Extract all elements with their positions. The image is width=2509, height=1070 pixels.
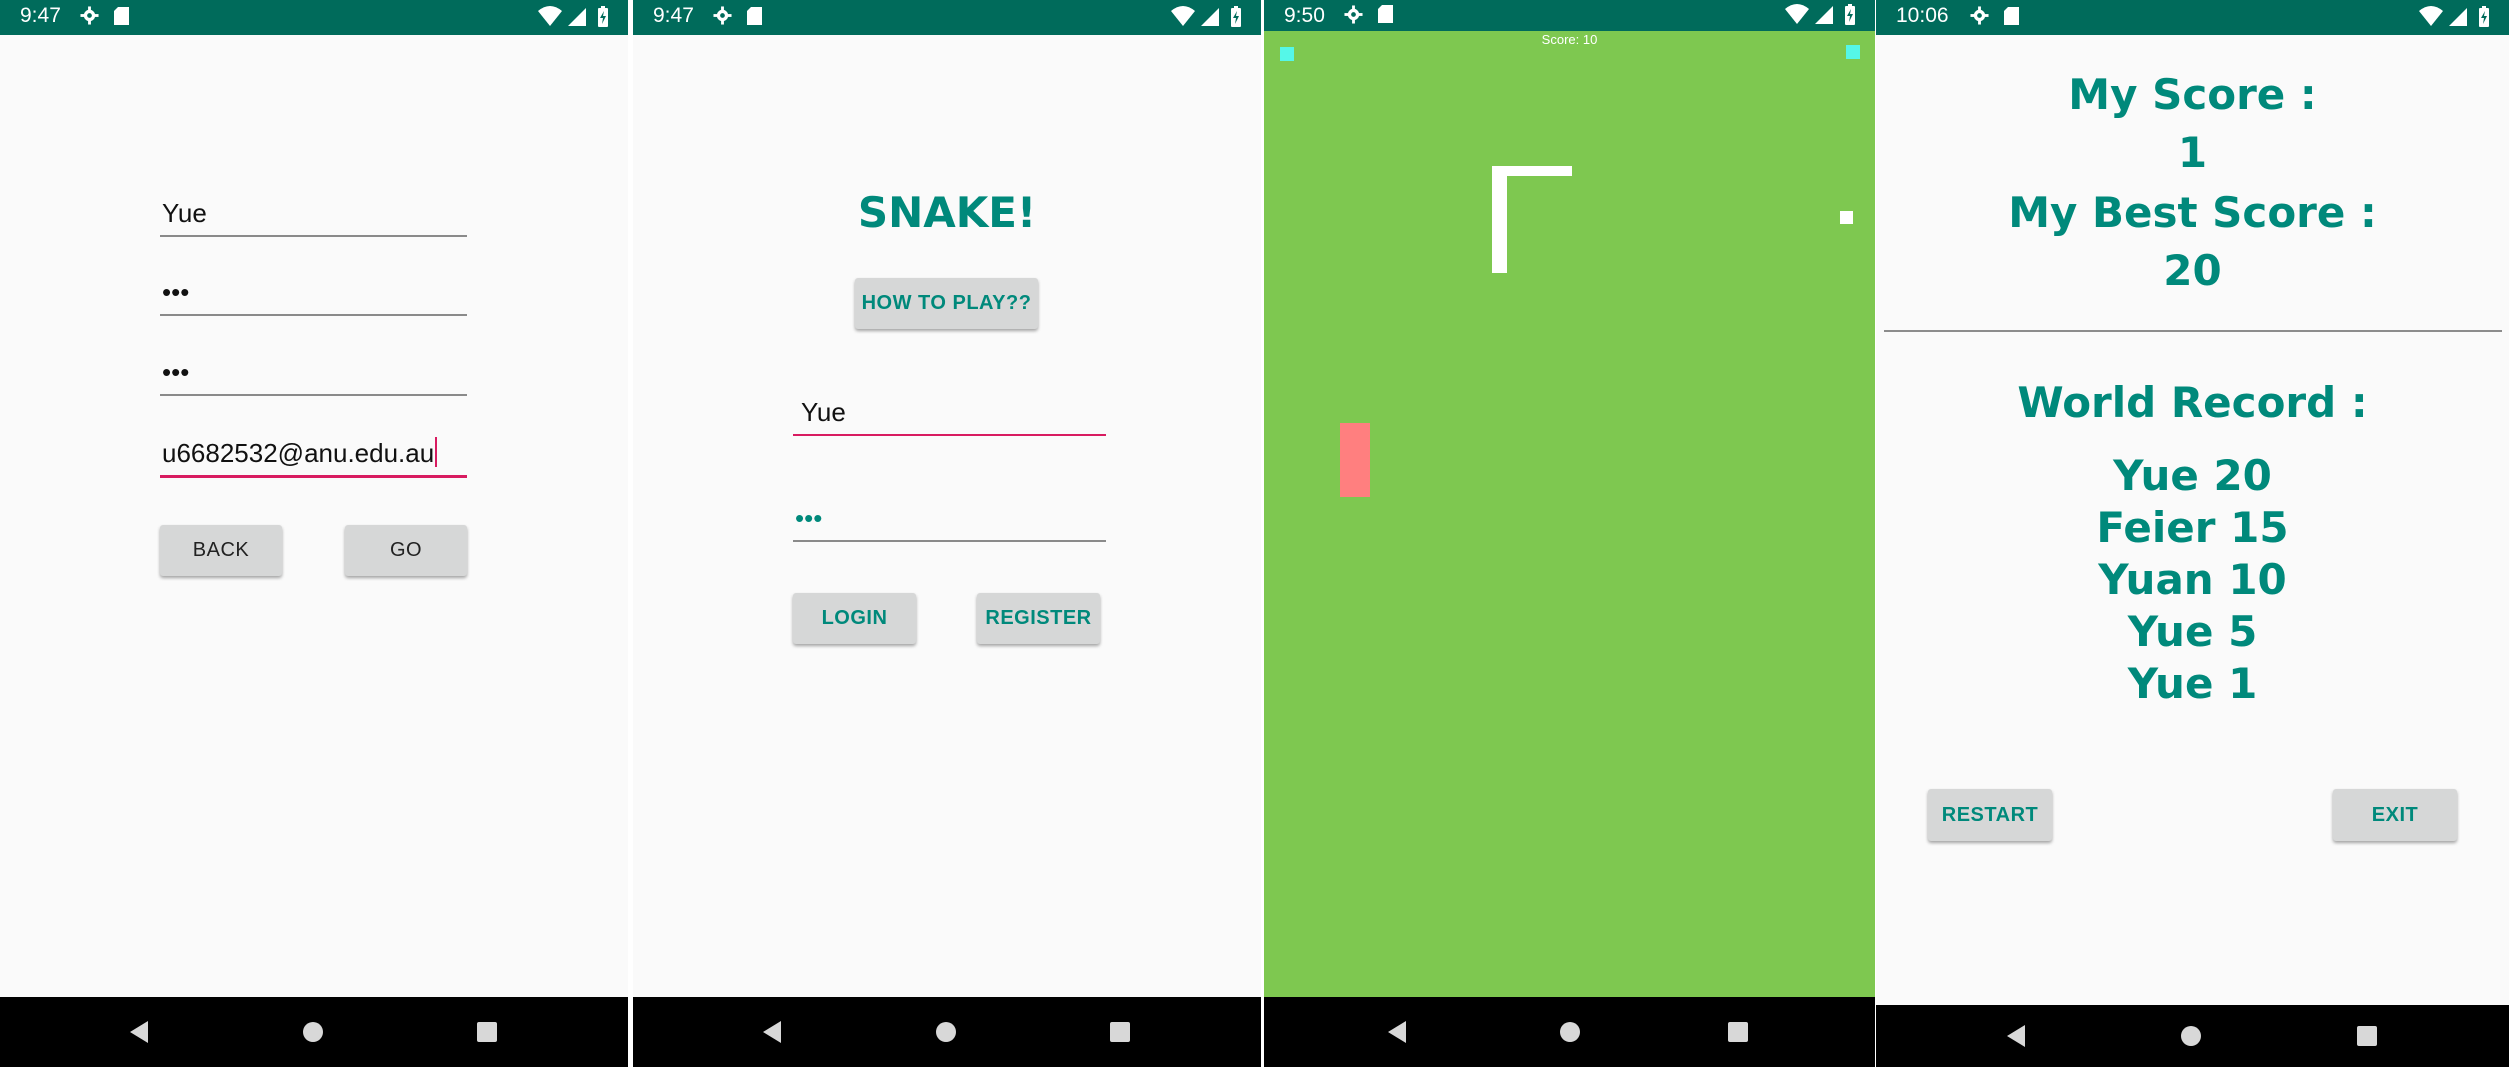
nav-home-icon[interactable] <box>2181 1026 2201 1046</box>
username-value: Yue <box>801 397 846 427</box>
status-time: 9:47 <box>653 4 694 27</box>
record-entry: Yue 20 <box>2113 451 2272 500</box>
status-icons <box>538 6 608 27</box>
record-entry: Feier 15 <box>2096 503 2289 552</box>
record-entry: Yue 5 <box>2127 607 2258 656</box>
back-button[interactable]: BACK <box>160 525 282 576</box>
score-screen: 10:06 My Score : 1 My Best Score : 20 Wo… <box>1876 0 2509 1067</box>
nav-recent-icon[interactable] <box>1110 1022 1130 1042</box>
battery-icon <box>598 6 608 27</box>
nav-home-icon[interactable] <box>1560 1022 1580 1042</box>
gear-icon <box>1970 6 1989 25</box>
wifi-icon <box>2419 6 2443 26</box>
battery-icon <box>1231 6 1241 27</box>
nav-recent-icon[interactable] <box>2357 1026 2377 1046</box>
exit-button[interactable]: EXIT <box>2333 789 2457 841</box>
navigation-bar <box>633 997 1261 1067</box>
record-entry: Yue 1 <box>2127 659 2258 708</box>
signal-icon <box>568 8 586 26</box>
status-icons <box>2419 6 2489 27</box>
nav-back-icon[interactable] <box>1384 1019 1410 1045</box>
restart-button[interactable]: RESTART <box>1928 789 2052 841</box>
login-screen: 9:47 SNAKE! HOW TO PLAY?? Yue ••• LOGIN … <box>633 0 1261 1067</box>
status-time: 9:50 <box>1284 4 1325 27</box>
status-bar: 9:47 <box>0 0 628 35</box>
status-icons <box>1785 4 1855 25</box>
nav-back-icon[interactable] <box>126 1019 152 1045</box>
status-bar: 10:06 <box>1876 0 2509 35</box>
password-value: ••• <box>162 277 190 307</box>
game-board[interactable]: Score: 10 <box>1264 31 1875 997</box>
wifi-icon <box>1785 4 1809 24</box>
how-to-play-button[interactable]: HOW TO PLAY?? <box>855 278 1038 329</box>
sd-card-icon <box>2004 7 2019 25</box>
username-field[interactable]: Yue <box>793 394 1106 436</box>
corner-marker <box>1846 45 1860 59</box>
world-record-label: World Record : <box>2017 378 2368 427</box>
username-field[interactable]: Yue <box>160 195 467 237</box>
go-button[interactable]: GO <box>345 525 467 576</box>
email-value: u6682532@anu.edu.au <box>162 438 435 468</box>
password-field[interactable]: ••• <box>160 274 467 316</box>
nav-back-icon[interactable] <box>2003 1023 2029 1049</box>
battery-icon <box>2479 6 2489 27</box>
wifi-icon <box>538 6 562 26</box>
corner-marker <box>1280 47 1294 61</box>
nav-home-icon[interactable] <box>936 1022 956 1042</box>
obstacle-block <box>1340 423 1370 497</box>
signal-icon <box>1815 6 1833 24</box>
status-bar: 9:47 <box>633 0 1261 35</box>
status-icons <box>1171 6 1241 27</box>
status-time: 9:47 <box>20 4 61 27</box>
email-field[interactable]: u6682532@anu.edu.au <box>160 435 467 478</box>
battery-icon <box>1845 4 1855 25</box>
status-bar: 9:50 <box>1264 0 1875 31</box>
game-screen: 9:50 Score: 10 <box>1264 0 1875 1067</box>
username-value: Yue <box>162 198 207 228</box>
best-score-value: 20 <box>2163 246 2222 295</box>
navigation-bar <box>1876 1005 2509 1067</box>
my-score-label: My Score : <box>2068 70 2317 119</box>
confirm-password-field[interactable]: ••• <box>160 354 467 396</box>
record-entry: Yuan 10 <box>2098 555 2287 604</box>
snake-body-segment <box>1492 166 1507 273</box>
game-title: SNAKE! <box>857 188 1037 237</box>
gear-icon <box>1344 5 1363 24</box>
confirm-password-value: ••• <box>162 357 190 387</box>
divider <box>1884 330 2502 332</box>
signal-icon <box>2449 8 2467 26</box>
gear-icon <box>80 6 99 25</box>
nav-back-icon[interactable] <box>759 1019 785 1045</box>
score-text: Score: 10 <box>1541 32 1598 47</box>
sd-card-icon <box>1378 5 1393 23</box>
sd-card-icon <box>114 7 129 25</box>
best-score-label: My Best Score : <box>2008 188 2377 237</box>
my-score-value: 1 <box>2177 128 2208 177</box>
food-item <box>1840 211 1853 224</box>
nav-recent-icon[interactable] <box>477 1022 497 1042</box>
text-cursor <box>435 437 438 467</box>
password-field[interactable]: ••• <box>793 500 1106 542</box>
register-button[interactable]: REGISTER <box>977 593 1100 644</box>
gear-icon <box>713 6 732 25</box>
register-screen: 9:47 Yue ••• ••• u6682532@anu.edu.au BAC… <box>0 0 628 1067</box>
navigation-bar <box>0 997 628 1067</box>
wifi-icon <box>1171 6 1195 26</box>
sd-card-icon <box>747 7 762 25</box>
login-button[interactable]: LOGIN <box>793 593 916 644</box>
status-time: 10:06 <box>1896 4 1949 27</box>
signal-icon <box>1201 8 1219 26</box>
navigation-bar <box>1264 997 1875 1067</box>
password-value: ••• <box>795 503 823 533</box>
nav-home-icon[interactable] <box>303 1022 323 1042</box>
nav-recent-icon[interactable] <box>1728 1022 1748 1042</box>
